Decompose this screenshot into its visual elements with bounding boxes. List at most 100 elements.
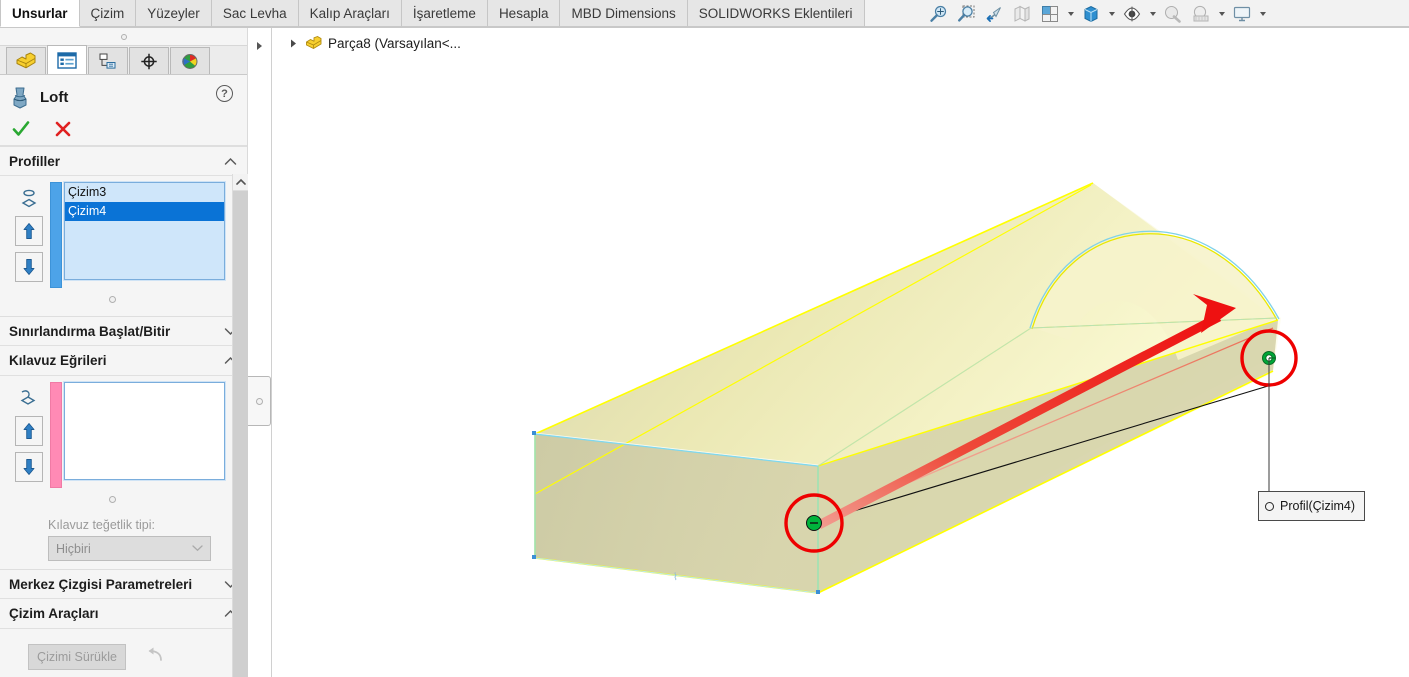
guide-curves-resize-grip[interactable] (0, 490, 225, 508)
apply-scene-icon[interactable] (1188, 1, 1214, 27)
section-header-guide-curves[interactable]: Kılavuz Eğrileri (0, 346, 247, 376)
drag-sketch-button[interactable]: Çizimi Sürükle (28, 644, 126, 670)
arrow-down-icon (23, 259, 35, 275)
tab-cizim[interactable]: Çizim (79, 0, 137, 27)
feature-tree-root-label: Parça8 (Varsayılan<... (328, 36, 461, 51)
guide-curves-color-bar (50, 382, 62, 488)
dimxpert-crosshair-icon (141, 53, 157, 69)
ok-button[interactable] (10, 118, 32, 140)
profile-callout[interactable]: Profil(Çizim4) (1258, 491, 1365, 521)
feature-manager-tree-tab[interactable] (6, 47, 46, 74)
panel-scrollbar[interactable] (232, 174, 248, 677)
sketch-point (532, 431, 536, 435)
splitter-handle[interactable] (248, 376, 271, 426)
previous-view-icon[interactable] (981, 1, 1007, 27)
property-manager-title-row: Loft ? (0, 75, 247, 112)
property-manager-tab[interactable] (47, 45, 87, 74)
close-icon (55, 121, 71, 136)
view-orientation-dropdown-caret[interactable] (1065, 1, 1076, 27)
move-guide-down-button[interactable] (15, 452, 43, 482)
tab-label: Kalıp Araçları (309, 5, 390, 21)
expand-triangle-icon[interactable] (288, 38, 299, 49)
sketch-tools-row: Çizimi Sürükle (0, 635, 247, 670)
graphics-viewport[interactable]: ⌇ Profil(Çizim4) (273, 28, 1409, 677)
view-settings-dropdown-caret[interactable] (1257, 1, 1268, 27)
guide-tangency-label: Kılavuz teğetlik tipi: (48, 518, 155, 532)
section-title: Çizim Araçları (9, 606, 99, 621)
appearances-manager-tab[interactable] (170, 47, 210, 74)
panel-splitter[interactable] (248, 28, 272, 677)
list-item[interactable]: Çizim4 (65, 202, 224, 221)
tab-label: MBD Dimensions (571, 5, 676, 21)
profiles-selection-row: Çizim3 Çizim4 (0, 181, 247, 288)
tab-sac-levha[interactable]: Sac Levha (211, 0, 299, 27)
guide-curve-selection-icon (16, 382, 42, 416)
callout-label: Profil(Çizim4) (1280, 499, 1355, 513)
section-title: Sınırlandırma Başlat/Bitir (9, 323, 171, 339)
tab-label: Yüzeyler (147, 5, 200, 21)
section-title: Merkez Çizgisi Parametreleri (9, 576, 193, 592)
profiles-side-buttons (8, 182, 50, 288)
help-icon[interactable]: ? (216, 85, 233, 102)
list-item[interactable]: Çizim3 (65, 183, 224, 202)
panel-grip-dot[interactable] (120, 33, 127, 40)
property-manager-panel: Loft ? Profiller Çizim3 Çizim4 Sınırland… (0, 28, 248, 677)
scroll-up-button[interactable] (233, 174, 248, 191)
section-body-profiles: Çizim3 Çizim4 (0, 176, 247, 316)
profile-selection-icon (16, 182, 42, 216)
check-icon (12, 120, 30, 136)
profiles-resize-grip[interactable] (0, 290, 225, 308)
section-header-centerline-parameters[interactable]: Merkez Çizgisi Parametreleri (0, 569, 247, 599)
tab-hesapla[interactable]: Hesapla (487, 0, 561, 27)
tab-yuzeyler[interactable]: Yüzeyler (136, 0, 212, 27)
confirm-row (0, 112, 247, 146)
appearance-ball-icon (182, 53, 198, 69)
profiles-list-box[interactable]: Çizim3 Çizim4 (63, 181, 226, 281)
tab-label: Sac Levha (222, 5, 287, 21)
tab-kalip-araclari[interactable]: Kalıp Araçları (298, 0, 402, 27)
apply-scene-dropdown-caret[interactable] (1216, 1, 1227, 27)
move-profile-up-button[interactable] (15, 216, 43, 246)
undo-sketch-drag-icon[interactable] (144, 645, 166, 670)
zoom-to-area-icon[interactable] (953, 1, 979, 27)
view-orientation-icon[interactable] (1037, 1, 1063, 27)
section-header-profiles[interactable]: Profiller (0, 146, 247, 176)
configuration-manager-tab[interactable] (88, 47, 128, 74)
property-manager-title: Loft (40, 89, 69, 106)
section-title: Kılavuz Eğrileri (9, 353, 107, 368)
section-header-sketch-tools[interactable]: Çizim Araçları (0, 599, 247, 629)
tab-label: Hesapla (498, 5, 549, 21)
profiles-color-bar (50, 182, 62, 288)
section-header-start-end-constraints[interactable]: Sınırlandırma Başlat/Bitir (0, 316, 247, 346)
loft-preview-3d: ⌇ (532, 182, 1298, 594)
dimxpert-manager-tab[interactable] (129, 47, 169, 74)
section-body-sketch-tools: Çizimi Sürükle (0, 629, 247, 677)
tab-solidworks-eklentileri[interactable]: SOLIDWORKS Eklentileri (687, 0, 865, 27)
section-body-guide-curves: Kılavuz teğetlik tipi: Hiçbiri (0, 376, 247, 569)
tab-unsurlar[interactable]: Unsurlar (0, 0, 80, 27)
view-settings-icon[interactable] (1229, 1, 1255, 27)
display-style-dropdown-caret[interactable] (1106, 1, 1117, 27)
guide-curves-list-box[interactable] (63, 381, 226, 481)
hide-show-dropdown-caret[interactable] (1147, 1, 1158, 27)
part-icon (306, 36, 322, 49)
feature-tree-header[interactable]: Parça8 (Varsayılan<... (288, 36, 461, 51)
edit-appearance-icon[interactable] (1160, 1, 1186, 27)
cancel-button[interactable] (52, 118, 74, 140)
move-profile-down-button[interactable] (15, 252, 43, 282)
panel-grip-strip[interactable] (0, 28, 247, 46)
arrow-up-icon (23, 423, 35, 439)
section-view-icon[interactable] (1009, 1, 1035, 27)
zoom-to-fit-icon[interactable] (925, 1, 951, 27)
move-guide-up-button[interactable] (15, 416, 43, 446)
tab-mbd-dimensions[interactable]: MBD Dimensions (560, 0, 688, 27)
part-icon (16, 52, 36, 68)
chevron-up-icon[interactable] (224, 155, 237, 168)
property-list-icon (57, 51, 77, 69)
loft-feature-icon (13, 87, 27, 108)
tree-flyout-expand-icon[interactable] (253, 40, 265, 52)
hide-show-items-icon[interactable] (1119, 1, 1145, 27)
tab-isaretleme[interactable]: İşaretleme (401, 0, 488, 27)
display-style-icon[interactable] (1078, 1, 1104, 27)
guide-tangency-dropdown[interactable]: Hiçbiri (48, 536, 211, 561)
